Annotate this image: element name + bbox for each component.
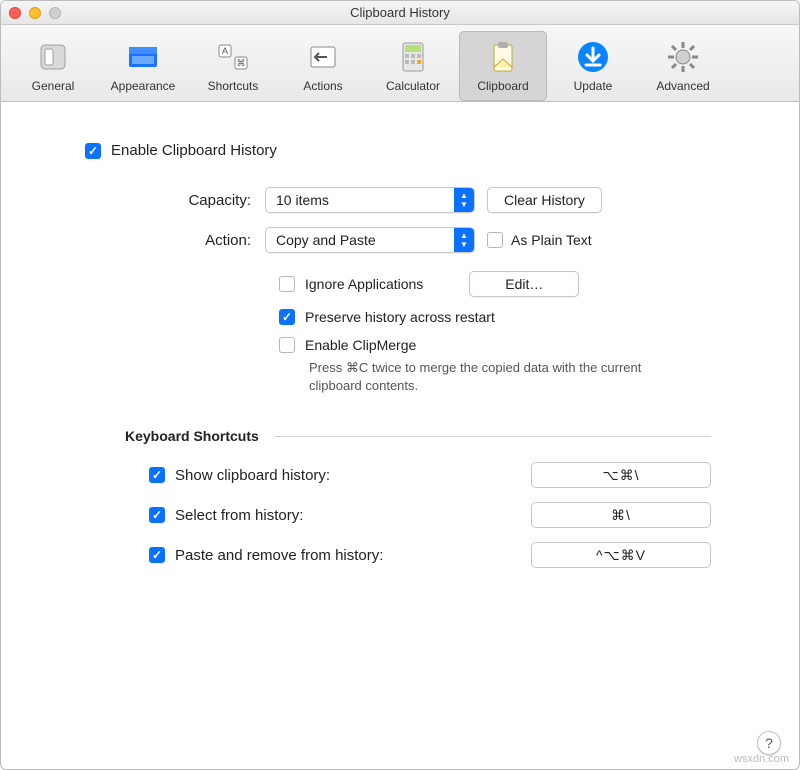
appearance-icon xyxy=(101,37,185,77)
show-history-shortcut-field[interactable]: ⌥⌘\ xyxy=(531,462,711,488)
enable-clipboard-history-checkbox[interactable] xyxy=(85,143,101,159)
ignore-applications-label: Ignore Applications xyxy=(305,276,423,292)
svg-text:A: A xyxy=(222,46,228,56)
tab-actions[interactable]: Actions xyxy=(279,31,367,101)
watermark-text: wsxdn.com xyxy=(734,753,789,765)
edit-ignore-apps-button[interactable]: Edit… xyxy=(469,271,579,297)
select-stepper-icon: ▲▼ xyxy=(454,188,474,212)
action-select[interactable]: Copy and Paste ▲▼ xyxy=(265,227,475,253)
enable-clipmerge-label: Enable ClipMerge xyxy=(305,337,416,353)
capacity-label: Capacity: xyxy=(85,192,265,209)
show-history-shortcut-checkbox[interactable] xyxy=(149,467,165,483)
keyboard-shortcuts-heading: Keyboard Shortcuts xyxy=(125,428,259,444)
gear-icon xyxy=(641,37,725,77)
window-minimize-button[interactable] xyxy=(29,7,41,19)
actions-icon xyxy=(281,37,365,77)
show-history-shortcut-label: Show clipboard history: xyxy=(175,467,531,484)
clear-history-button[interactable]: Clear History xyxy=(487,187,602,213)
paste-remove-shortcut-label: Paste and remove from history: xyxy=(175,547,531,564)
as-plain-text-label: As Plain Text xyxy=(511,232,592,248)
enable-clipboard-history-label: Enable Clipboard History xyxy=(111,142,277,159)
preferences-toolbar: General Appearance A⌘ Shortcuts Actions … xyxy=(1,25,799,102)
titlebar: Clipboard History xyxy=(1,1,799,25)
preserve-history-checkbox[interactable] xyxy=(279,309,295,325)
tab-general[interactable]: General xyxy=(9,31,97,101)
update-icon xyxy=(551,37,635,77)
clipmerge-help-text: Press ⌘C twice to merge the copied data … xyxy=(309,359,669,394)
select-history-shortcut-checkbox[interactable] xyxy=(149,507,165,523)
switch-icon xyxy=(11,37,95,77)
select-history-shortcut-label: Select from history: xyxy=(175,507,531,524)
divider xyxy=(275,436,711,437)
calculator-icon xyxy=(371,37,455,77)
tab-shortcuts[interactable]: A⌘ Shortcuts xyxy=(189,31,277,101)
tab-update[interactable]: Update xyxy=(549,31,637,101)
tab-clipboard[interactable]: Clipboard xyxy=(459,31,547,101)
paste-remove-shortcut-checkbox[interactable] xyxy=(149,547,165,563)
window-close-button[interactable] xyxy=(9,7,21,19)
capacity-select[interactable]: 10 items ▲▼ xyxy=(265,187,475,213)
help-button[interactable]: ? xyxy=(757,731,781,755)
preserve-history-label: Preserve history across restart xyxy=(305,309,495,325)
window-title: Clipboard History xyxy=(1,5,799,20)
tab-appearance[interactable]: Appearance xyxy=(99,31,187,101)
action-label: Action: xyxy=(85,232,265,249)
shortcuts-icon: A⌘ xyxy=(191,37,275,77)
as-plain-text-checkbox[interactable] xyxy=(487,232,503,248)
select-history-shortcut-field[interactable]: ⌘\ xyxy=(531,502,711,528)
window-zoom-button[interactable] xyxy=(49,7,61,19)
tab-calculator[interactable]: Calculator xyxy=(369,31,457,101)
tab-advanced[interactable]: Advanced xyxy=(639,31,727,101)
select-stepper-icon: ▲▼ xyxy=(454,228,474,252)
enable-clipmerge-checkbox[interactable] xyxy=(279,337,295,353)
paste-remove-shortcut-field[interactable]: ^⌥⌘V xyxy=(531,542,711,568)
clipboard-icon xyxy=(461,37,545,77)
svg-text:⌘: ⌘ xyxy=(237,58,246,68)
ignore-applications-checkbox[interactable] xyxy=(279,276,295,292)
